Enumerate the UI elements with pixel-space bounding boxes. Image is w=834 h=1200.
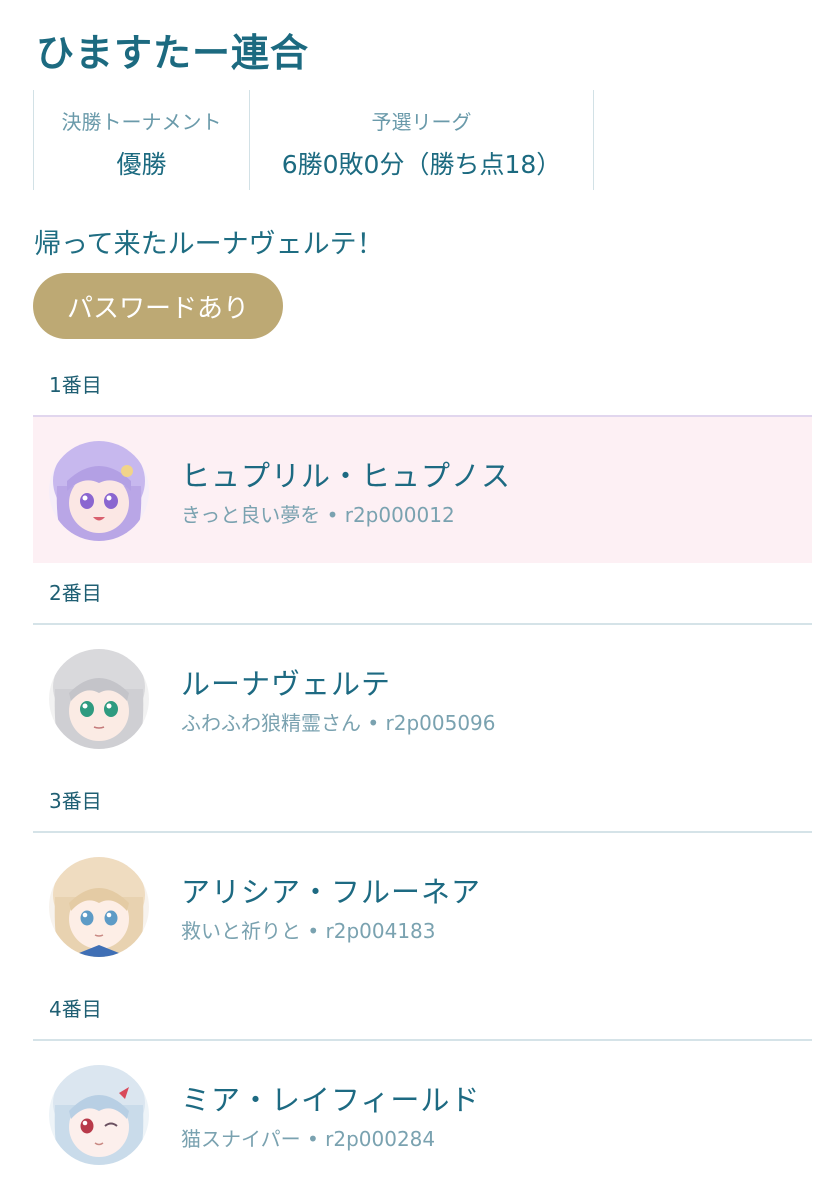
order-block-4: 4番目 ミア・レイフィールド 猫スナイパー • r2p000284 (33, 979, 812, 1187)
member-id: r2p005096 (385, 711, 496, 735)
member-id: r2p000012 (344, 503, 455, 527)
member-title: 救いと祈りと (181, 919, 301, 943)
results-summary: 決勝トーナメント 優勝 予選リーグ 6勝0敗0分（勝ち点18） (33, 90, 594, 190)
league-value: 6勝0敗0分（勝ち点18） (281, 150, 562, 179)
member-title: 猫スナイパー (181, 1127, 301, 1151)
final-tournament-result: 決勝トーナメント 優勝 (33, 90, 249, 190)
member-id: r2p000284 (325, 1127, 436, 1151)
member-name: ミア・レイフィールド (181, 1083, 481, 1117)
separator-dot: • (307, 919, 320, 943)
member-name: ヒュプリル・ヒュプノス (181, 459, 512, 493)
member-subtitle: ふわふわ狼精霊さん • r2p005096 (181, 707, 496, 736)
member-row-1[interactable]: ヒュプリル・ヒュプノス きっと良い夢を • r2p000012 (33, 417, 812, 563)
order-label: 4番目 (33, 979, 812, 1041)
password-badge: パスワードあり (33, 273, 283, 339)
separator-dot: • (367, 711, 380, 735)
member-row-4[interactable]: ミア・レイフィールド 猫スナイパー • r2p000284 (33, 1041, 812, 1187)
silver-hair-green-eyes-avatar-icon (49, 649, 149, 749)
member-subtitle: 猫スナイパー • r2p000284 (181, 1123, 435, 1152)
member-row-2[interactable]: ルーナヴェルテ ふわふわ狼精霊さん • r2p005096 (33, 625, 812, 771)
member-name: アリシア・フルーネア (181, 875, 482, 909)
member-subtitle: 救いと祈りと • r2p004183 (181, 915, 436, 944)
final-tournament-label: 決勝トーナメント (61, 110, 222, 134)
team-name-title: ひますたー連合 (36, 31, 310, 75)
separator-dot: • (326, 503, 339, 527)
order-block-1: 1番目 ヒュプリル・ヒュプノス きっと良い夢を • r2p000012 (33, 355, 812, 563)
league-result: 予選リーグ 6勝0敗0分（勝ち点18） (249, 90, 594, 190)
order-label: 1番目 (33, 355, 812, 417)
league-label: 予選リーグ (371, 110, 472, 134)
final-tournament-value: 優勝 (116, 150, 167, 179)
member-title: きっと良い夢を (181, 503, 321, 527)
order-label: 3番目 (33, 771, 812, 833)
separator-dot: • (306, 1127, 319, 1151)
member-subtitle: きっと良い夢を • r2p000012 (181, 499, 455, 528)
team-comment: 帰って来たルーナヴェルテ！ (34, 229, 384, 260)
member-id: r2p004183 (325, 919, 436, 943)
white-blue-hair-winking-avatar-icon (49, 1065, 149, 1165)
order-block-3: 3番目 アリシア・フルーネア 救いと祈りと • r2p004183 (33, 771, 812, 979)
order-label: 2番目 (33, 563, 812, 625)
lavender-hair-character-avatar-icon (49, 441, 149, 541)
order-block-2: 2番目 ルーナヴェルテ ふわふわ狼精霊さん • r2p005096 (33, 563, 812, 771)
member-title: ふわふわ狼精霊さん (181, 711, 361, 735)
member-order-list: 1番目 ヒュプリル・ヒュプノス きっと良い夢を • r2p000012 2番目 … (33, 355, 812, 1187)
member-name: ルーナヴェルテ (181, 667, 392, 701)
member-row-3[interactable]: アリシア・フルーネア 救いと祈りと • r2p004183 (33, 833, 812, 979)
blonde-hair-blue-eyes-avatar-icon (49, 857, 149, 957)
